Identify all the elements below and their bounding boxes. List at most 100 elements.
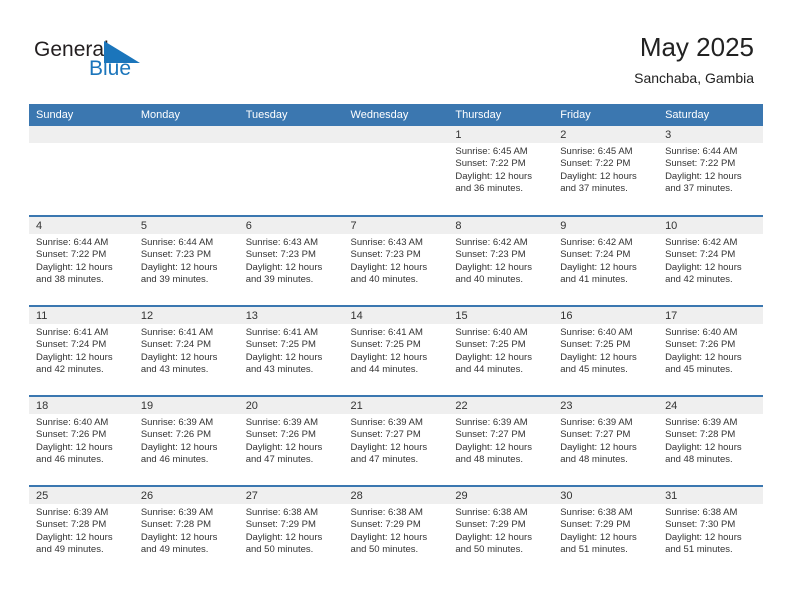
sunrise-time: Sunrise: 6:38 AM xyxy=(245,507,319,518)
day-cell-inner: 22 Sunrise: 6:39 AM Sunset: 7:27 PM Dayligh… xyxy=(448,397,554,485)
day-number xyxy=(238,126,344,143)
calendar-day-cell[interactable]: 28 Sunrise: 6:38 AM Sunset: 7:29 PM Dayligh… xyxy=(343,485,449,576)
daylight-duration-line2: and 48 minutes. xyxy=(455,454,523,466)
daylight-duration-line2: and 49 minutes. xyxy=(36,544,104,556)
sunset-time: Sunset: 7:29 PM xyxy=(350,519,421,531)
day-cell-inner: 5 Sunrise: 6:44 AM Sunset: 7:23 PM Daylight… xyxy=(133,217,239,305)
calendar-day-cell[interactable]: 2 Sunrise: 6:45 AM Sunset: 7:22 PM Daylight… xyxy=(553,126,659,216)
calendar-day-cell[interactable]: 6 Sunrise: 6:43 AM Sunset: 7:23 PM Daylight… xyxy=(238,215,344,306)
sunset-time: Sunset: 7:30 PM xyxy=(665,519,736,531)
daylight-duration-line1: Daylight: 12 hours xyxy=(455,531,532,543)
day-number: 23 xyxy=(553,397,659,414)
sunrise-time: Sunrise: 6:40 AM xyxy=(665,327,738,338)
sunset-time: Sunset: 7:24 PM xyxy=(560,249,631,261)
sunrise-time: Sunrise: 6:44 AM xyxy=(140,237,214,248)
sunset-time: Sunset: 7:22 PM xyxy=(455,158,526,170)
daylight-duration-line2: and 42 minutes. xyxy=(36,364,104,376)
day-cell-inner: 31 Sunrise: 6:38 AM Sunset: 7:30 PM Dayligh… xyxy=(658,487,763,575)
day-sun-details: Sunrise: 6:39 AM Sunset: 7:28 PM Daylight:… xyxy=(29,504,134,557)
day-cell-inner: 12 Sunrise: 6:41 AM Sunset: 7:24 PM Dayligh… xyxy=(133,307,239,395)
daylight-duration-line2: and 46 minutes. xyxy=(140,454,209,466)
daylight-duration-line1: Daylight: 12 hours xyxy=(455,351,532,363)
calendar-grid: Sunday Monday Tuesday Wednesday Thursday… xyxy=(29,104,763,576)
day-number: 25 xyxy=(29,487,134,504)
calendar-day-cell[interactable]: 12 Sunrise: 6:41 AM Sunset: 7:24 PM Dayligh… xyxy=(133,305,239,396)
calendar-day-cell[interactable]: 26 Sunrise: 6:39 AM Sunset: 7:28 PM Dayligh… xyxy=(133,485,239,576)
daylight-duration-line2: and 43 minutes. xyxy=(245,364,314,376)
daylight-duration-line1: Daylight: 12 hours xyxy=(350,531,428,543)
day-sun-details: Sunrise: 6:41 AM Sunset: 7:24 PM Daylight:… xyxy=(29,324,134,377)
calendar-day-cell[interactable]: 20 Sunrise: 6:39 AM Sunset: 7:26 PM Dayligh… xyxy=(238,395,344,486)
calendar-day-cell[interactable]: 30 Sunrise: 6:38 AM Sunset: 7:29 PM Dayligh… xyxy=(553,485,659,576)
daylight-duration-line2: and 50 minutes. xyxy=(455,544,523,556)
daylight-duration-line2: and 40 minutes. xyxy=(350,274,419,286)
day-sun-details: Sunrise: 6:42 AM Sunset: 7:23 PM Daylight:… xyxy=(448,234,553,287)
calendar-day-cell[interactable]: 17 Sunrise: 6:40 AM Sunset: 7:26 PM Dayligh… xyxy=(658,305,763,396)
sunset-time: Sunset: 7:24 PM xyxy=(36,339,107,351)
calendar-day-cell-empty xyxy=(343,126,449,216)
day-sun-details: Sunrise: 6:44 AM Sunset: 7:23 PM Daylight:… xyxy=(134,234,239,287)
daylight-duration-line1: Daylight: 12 hours xyxy=(665,351,742,363)
day-sun-details: Sunrise: 6:43 AM Sunset: 7:23 PM Daylight:… xyxy=(344,234,449,287)
sunset-time: Sunset: 7:22 PM xyxy=(665,158,736,170)
daylight-duration-line1: Daylight: 12 hours xyxy=(560,261,637,273)
calendar-week-row: 25 Sunrise: 6:39 AM Sunset: 7:28 PM Dayligh… xyxy=(29,485,763,576)
daylight-duration-line1: Daylight: 12 hours xyxy=(245,531,323,543)
daylight-duration-line2: and 50 minutes. xyxy=(245,544,314,556)
daylight-duration-line1: Daylight: 12 hours xyxy=(245,441,323,453)
calendar-day-cell[interactable]: 14 Sunrise: 6:41 AM Sunset: 7:25 PM Dayligh… xyxy=(343,305,449,396)
daylight-duration-line1: Daylight: 12 hours xyxy=(140,351,218,363)
calendar-day-cell[interactable]: 18 Sunrise: 6:40 AM Sunset: 7:26 PM Dayligh… xyxy=(29,395,134,486)
day-number: 11 xyxy=(29,307,134,324)
calendar-day-cell[interactable]: 16 Sunrise: 6:40 AM Sunset: 7:25 PM Dayligh… xyxy=(553,305,659,396)
calendar-day-cell[interactable]: 25 Sunrise: 6:39 AM Sunset: 7:28 PM Dayligh… xyxy=(29,485,134,576)
calendar-day-cell[interactable]: 11 Sunrise: 6:41 AM Sunset: 7:24 PM Dayligh… xyxy=(29,305,134,396)
day-sun-details: Sunrise: 6:39 AM Sunset: 7:28 PM Daylight:… xyxy=(134,504,239,557)
day-number xyxy=(29,126,134,143)
sunset-time: Sunset: 7:27 PM xyxy=(560,429,631,441)
daylight-duration-line1: Daylight: 12 hours xyxy=(665,261,742,273)
day-number: 28 xyxy=(343,487,449,504)
calendar-day-cell[interactable]: 13 Sunrise: 6:41 AM Sunset: 7:25 PM Dayligh… xyxy=(238,305,344,396)
calendar-day-cell[interactable]: 1 Sunrise: 6:45 AM Sunset: 7:22 PM Daylight… xyxy=(448,126,554,216)
sunset-time: Sunset: 7:25 PM xyxy=(560,339,631,351)
calendar-day-cell[interactable]: 24 Sunrise: 6:39 AM Sunset: 7:28 PM Dayligh… xyxy=(658,395,763,486)
sunrise-time: Sunrise: 6:39 AM xyxy=(36,507,109,518)
day-number: 4 xyxy=(29,217,134,234)
calendar-day-cell[interactable]: 23 Sunrise: 6:39 AM Sunset: 7:27 PM Dayligh… xyxy=(553,395,659,486)
title-block: May 2025 Sanchaba, Gambia xyxy=(634,32,754,88)
calendar-day-cell[interactable]: 15 Sunrise: 6:40 AM Sunset: 7:25 PM Dayligh… xyxy=(448,305,554,396)
day-sun-details: Sunrise: 6:41 AM Sunset: 7:24 PM Daylight:… xyxy=(134,324,239,377)
calendar-day-cell[interactable]: 7 Sunrise: 6:43 AM Sunset: 7:23 PM Daylight… xyxy=(343,215,449,306)
calendar-day-cell[interactable]: 5 Sunrise: 6:44 AM Sunset: 7:23 PM Daylight… xyxy=(133,215,239,306)
general-blue-logo[interactable]: General Blue xyxy=(34,38,174,86)
day-cell-inner: 24 Sunrise: 6:39 AM Sunset: 7:28 PM Dayligh… xyxy=(658,397,763,485)
calendar-day-cell[interactable]: 22 Sunrise: 6:39 AM Sunset: 7:27 PM Dayligh… xyxy=(448,395,554,486)
calendar-day-cell[interactable]: 19 Sunrise: 6:39 AM Sunset: 7:26 PM Dayligh… xyxy=(133,395,239,486)
day-number: 27 xyxy=(238,487,344,504)
day-cell-inner: 17 Sunrise: 6:40 AM Sunset: 7:26 PM Dayligh… xyxy=(658,307,763,395)
sunrise-time: Sunrise: 6:42 AM xyxy=(665,237,738,248)
sunrise-time: Sunrise: 6:38 AM xyxy=(350,507,423,518)
calendar-day-cell[interactable]: 31 Sunrise: 6:38 AM Sunset: 7:30 PM Dayligh… xyxy=(658,485,763,576)
day-sun-details: Sunrise: 6:39 AM Sunset: 7:27 PM Daylight:… xyxy=(448,414,553,467)
calendar-day-cell[interactable]: 9 Sunrise: 6:42 AM Sunset: 7:24 PM Daylight… xyxy=(553,215,659,306)
calendar-day-cell[interactable]: 8 Sunrise: 6:42 AM Sunset: 7:23 PM Daylight… xyxy=(448,215,554,306)
calendar-day-cell[interactable]: 4 Sunrise: 6:44 AM Sunset: 7:22 PM Daylight… xyxy=(29,215,134,306)
sunrise-time: Sunrise: 6:39 AM xyxy=(140,507,214,518)
daylight-duration-line1: Daylight: 12 hours xyxy=(36,531,113,543)
calendar-day-cell[interactable]: 29 Sunrise: 6:38 AM Sunset: 7:29 PM Dayligh… xyxy=(448,485,554,576)
calendar-day-cell[interactable]: 27 Sunrise: 6:38 AM Sunset: 7:29 PM Dayligh… xyxy=(238,485,344,576)
day-cell-inner: 15 Sunrise: 6:40 AM Sunset: 7:25 PM Dayligh… xyxy=(448,307,554,395)
sunrise-time: Sunrise: 6:38 AM xyxy=(560,507,633,518)
calendar-page: General Blue May 2025 Sanchaba, Gambia S… xyxy=(0,0,792,612)
daylight-duration-line1: Daylight: 12 hours xyxy=(455,441,532,453)
day-cell-inner: 18 Sunrise: 6:40 AM Sunset: 7:26 PM Dayligh… xyxy=(29,397,134,485)
sunrise-time: Sunrise: 6:38 AM xyxy=(665,507,738,518)
calendar-day-cell[interactable]: 3 Sunrise: 6:44 AM Sunset: 7:22 PM Daylight… xyxy=(658,126,763,216)
day-number: 21 xyxy=(343,397,449,414)
calendar-day-cell[interactable]: 10 Sunrise: 6:42 AM Sunset: 7:24 PM Dayligh… xyxy=(658,215,763,306)
day-sun-details: Sunrise: 6:38 AM Sunset: 7:29 PM Daylight:… xyxy=(344,504,449,557)
calendar-day-cell-empty xyxy=(133,126,239,216)
calendar-day-cell[interactable]: 21 Sunrise: 6:39 AM Sunset: 7:27 PM Dayligh… xyxy=(343,395,449,486)
